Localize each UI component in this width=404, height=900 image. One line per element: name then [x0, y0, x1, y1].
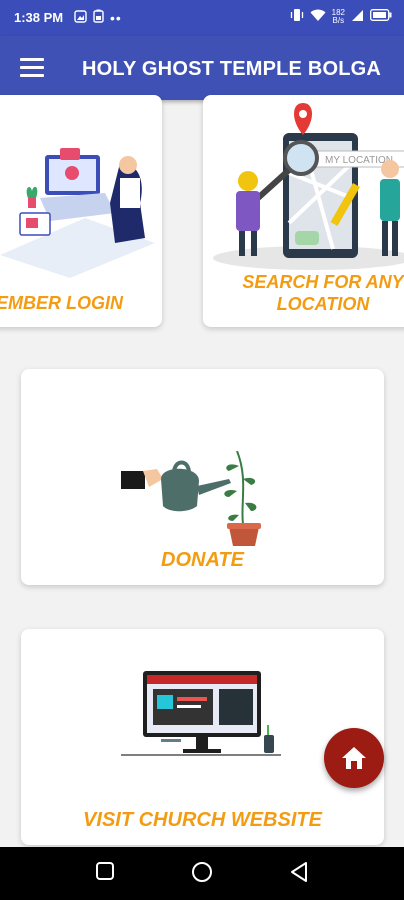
back-icon[interactable]: [289, 861, 309, 888]
more-dots-icon: ••: [110, 9, 122, 26]
gallery-icon: [74, 9, 87, 26]
map-search-illustration: MY LOCATION: [213, 103, 404, 270]
app-bar: HOLY GHOST TEMPLE BOLGA: [0, 36, 404, 100]
home-icon: [342, 747, 366, 769]
donate-label: DONATE: [161, 549, 244, 571]
monitor-website-illustration: [121, 671, 281, 756]
net-speed: 182 B/s: [332, 8, 345, 25]
status-time: 1:38 PM: [14, 10, 64, 25]
battery-icon: [370, 9, 392, 24]
status-system-icons: 182 B/s: [290, 8, 392, 25]
visit-website-card[interactable]: VISIT CHURCH WEBSITE: [21, 629, 384, 845]
signal-icon: [351, 9, 364, 25]
home-fab-button[interactable]: [324, 728, 384, 788]
member-login-illustration: [0, 148, 155, 278]
recent-apps-icon[interactable]: [95, 861, 115, 886]
search-location-label-line1: SEARCH FOR ANY: [242, 272, 404, 292]
net-speed-unit: B/s: [332, 15, 345, 25]
status-notification-icons: ••: [74, 9, 122, 26]
battery-saver-icon: [93, 9, 104, 26]
menu-icon[interactable]: [20, 58, 44, 78]
vibrate-icon: [290, 8, 304, 25]
system-nav-bar: [0, 847, 404, 900]
search-location-card[interactable]: MY LOCATION SEARCH FOR ANY LOCATION: [203, 95, 404, 327]
visit-website-label: VISIT CHURCH WEBSITE: [83, 809, 322, 831]
wifi-icon: [310, 9, 326, 25]
status-bar: 1:38 PM •• 182 B/s: [0, 0, 404, 36]
member-login-label: EMBER LOGIN: [0, 293, 124, 313]
donate-card[interactable]: DONATE: [21, 369, 384, 585]
search-location-label: SEARCH FOR ANY LOCATION: [203, 271, 404, 315]
member-login-card[interactable]: EMBER LOGIN: [0, 95, 162, 327]
home-circle-icon[interactable]: [191, 861, 213, 888]
watering-plant-illustration: [121, 451, 261, 546]
search-location-label-line2: LOCATION: [276, 294, 370, 314]
app-title: HOLY GHOST TEMPLE BOLGA: [82, 58, 382, 80]
